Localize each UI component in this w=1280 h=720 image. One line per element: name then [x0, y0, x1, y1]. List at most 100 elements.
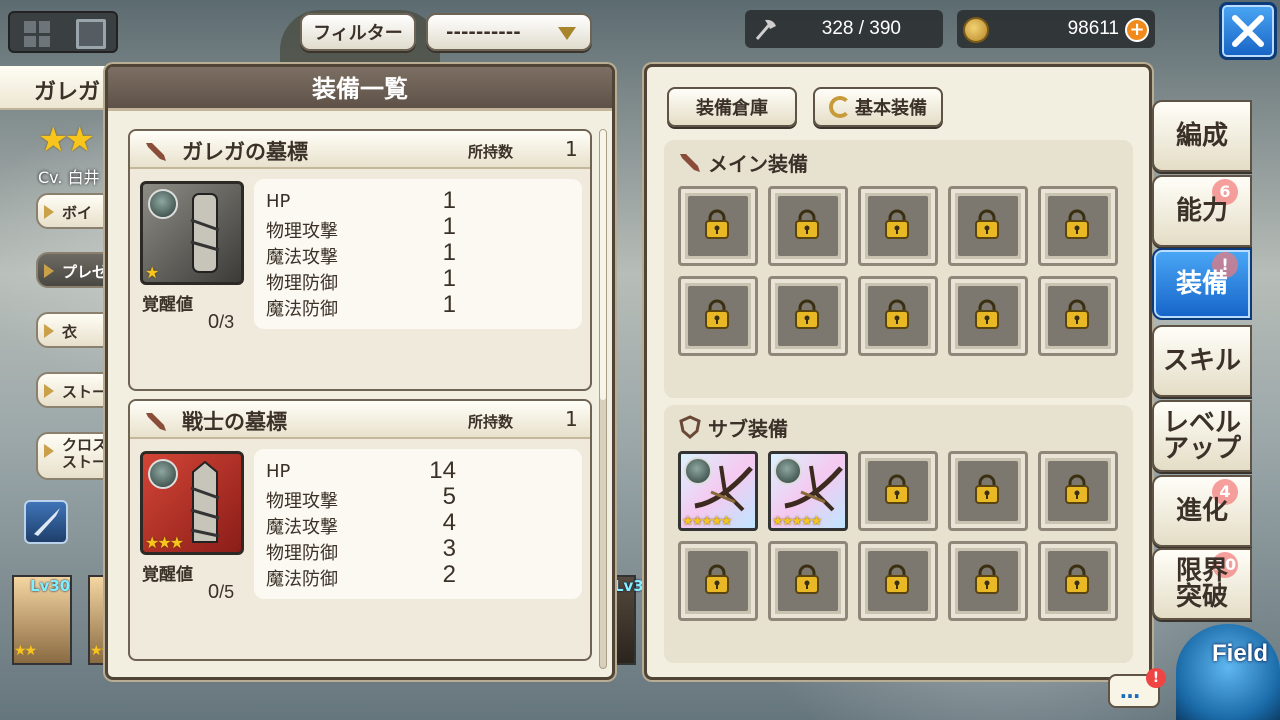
owned-count-label: 所持数 [468, 413, 514, 431]
locked-slot[interactable] [678, 186, 758, 266]
side-tab-story[interactable]: ストー [36, 372, 116, 408]
stat-label: 魔法攻撃 [266, 247, 338, 268]
lock-icon [885, 564, 909, 594]
chat-button[interactable]: … ! [1108, 668, 1166, 708]
list-scrollbar[interactable] [599, 129, 607, 669]
awaken-current: 0 [208, 311, 220, 333]
tombstone-icon [190, 460, 220, 543]
field-label: Field [1212, 640, 1269, 667]
currency-counter: 98611 + [957, 10, 1155, 48]
stat-label: 物理攻撃 [266, 491, 338, 512]
stat-value: 1 [442, 265, 456, 292]
voice-actor-label: Cv. 白井 [38, 168, 100, 187]
tab-skill[interactable]: スキル [1152, 325, 1252, 397]
stat-row: 魔法防御 2 [266, 561, 566, 591]
view-toggle[interactable] [8, 11, 118, 53]
locked-slot[interactable] [768, 541, 848, 621]
stat-label: 魔法攻撃 [266, 517, 338, 538]
locked-slot[interactable] [678, 276, 758, 356]
locked-slot[interactable] [948, 541, 1028, 621]
awaken-max: /5 [219, 582, 235, 602]
lock-icon [1065, 209, 1089, 239]
party-member-portrait[interactable]: Lv30 ★★ [12, 575, 72, 665]
stat-value: 1 [442, 187, 456, 214]
main-equip-title: メイン装備 [708, 152, 808, 176]
scrollbar-thumb[interactable] [600, 130, 606, 400]
locked-slot[interactable] [768, 276, 848, 356]
lock-icon [885, 474, 909, 504]
side-tab-costume[interactable]: 衣 [36, 312, 116, 348]
equipment-slots-panel: 装備倉庫 基本装備 メイン装備 サブ装備 ★★★★★ ★★★★★ [644, 64, 1152, 680]
filter-select[interactable]: ---------- [426, 13, 592, 51]
close-button[interactable] [1219, 2, 1277, 60]
lock-icon [705, 209, 729, 239]
locked-slot[interactable] [858, 451, 938, 531]
tab-label: 限界 突破 [1175, 556, 1228, 612]
locked-slot[interactable] [948, 186, 1028, 266]
tab-formation[interactable]: 編成 [1152, 100, 1252, 172]
tab-label: 能力 [1175, 196, 1228, 226]
field-button[interactable]: Field [1176, 624, 1280, 720]
owned-count-value: 1 [565, 137, 578, 161]
basic-equip-button[interactable]: 基本装備 [813, 87, 943, 127]
add-currency-icon[interactable]: + [1125, 18, 1149, 42]
filter-button[interactable]: フィルター [300, 13, 416, 51]
equipment-card[interactable]: ガレガの墓標 所持数 1 ★ 覚醒値 0/3 HP 1 物理攻撃 1 魔法攻撃 1 物… [128, 129, 592, 391]
chevron-down-icon [558, 27, 576, 40]
locked-slot[interactable] [858, 541, 938, 621]
side-tab-present[interactable]: プレゼ [36, 252, 116, 288]
equipped-slot[interactable]: ★★★★★ [678, 451, 758, 531]
locked-slot[interactable] [768, 186, 848, 266]
tab-label: スキル [1162, 346, 1241, 376]
element-gem-icon [148, 459, 178, 489]
warehouse-button[interactable]: 装備倉庫 [667, 87, 797, 127]
tab-equipment[interactable]: ! 装備 [1152, 248, 1252, 320]
filter-select-value: ---------- [446, 21, 521, 43]
equipment-list-title: 装備一覧 [108, 67, 612, 111]
element-gem-icon [148, 189, 178, 219]
locked-slot[interactable] [858, 276, 938, 356]
side-tab-label: ボイ [62, 204, 93, 222]
stat-value: 1 [442, 291, 456, 318]
rarity-stars: ★★★★★ [772, 514, 822, 529]
locked-slot[interactable] [858, 186, 938, 266]
lock-icon [795, 564, 819, 594]
equipment-thumbnail[interactable]: ★★★ [140, 451, 244, 555]
shield-icon [679, 415, 701, 439]
sub-equip-title: サブ装備 [708, 417, 788, 441]
stat-row: 魔法防御 1 [266, 291, 566, 321]
stat-value: 2 [442, 561, 456, 588]
tab-label: 編成 [1175, 121, 1228, 151]
equipment-name: 戦士の墓標 [182, 410, 287, 434]
lock-icon [885, 209, 909, 239]
weapon-category-icon [146, 143, 166, 161]
locked-slot[interactable] [1038, 186, 1118, 266]
single-view-icon[interactable] [76, 19, 106, 49]
locked-slot[interactable] [678, 541, 758, 621]
equipment-card[interactable]: 戦士の墓標 所持数 1 ★★★ 覚醒値 0/5 HP 14 物理攻撃 5 魔法攻撃 4… [128, 399, 592, 661]
awaken-current: 0 [208, 581, 220, 603]
chat-dots: … [1120, 679, 1141, 703]
equipped-slot[interactable]: ★★★★★ [768, 451, 848, 531]
element-gem-icon [684, 457, 712, 485]
tab-evolution[interactable]: 4 進化 [1152, 475, 1252, 547]
refresh-icon [829, 96, 851, 118]
tab-level-up[interactable]: レベル アップ [1152, 400, 1252, 472]
party-member-stars: ★★ [14, 643, 37, 659]
axe-icon [755, 19, 776, 40]
grid-view-icon[interactable] [24, 21, 50, 47]
locked-slot[interactable] [948, 451, 1028, 531]
awaken-value: 0/5 [208, 581, 234, 604]
tab-ability[interactable]: 6 能力 [1152, 175, 1252, 247]
character-stars: ★★ [38, 120, 95, 160]
party-member-portrait[interactable]: Lv3 [612, 575, 644, 665]
locked-slot[interactable] [1038, 451, 1118, 531]
locked-slot[interactable] [948, 276, 1028, 356]
locked-slot[interactable] [1038, 541, 1118, 621]
locked-slot[interactable] [1038, 276, 1118, 356]
equipment-thumbnail[interactable]: ★ [140, 181, 244, 285]
side-tab-voice[interactable]: ボイ [36, 193, 116, 229]
tab-limit-break[interactable]: 30 限界 突破 [1152, 548, 1252, 620]
side-tab-cross-story[interactable]: クロス ストー [36, 432, 116, 480]
awaken-label: 覚醒値 [142, 565, 193, 585]
